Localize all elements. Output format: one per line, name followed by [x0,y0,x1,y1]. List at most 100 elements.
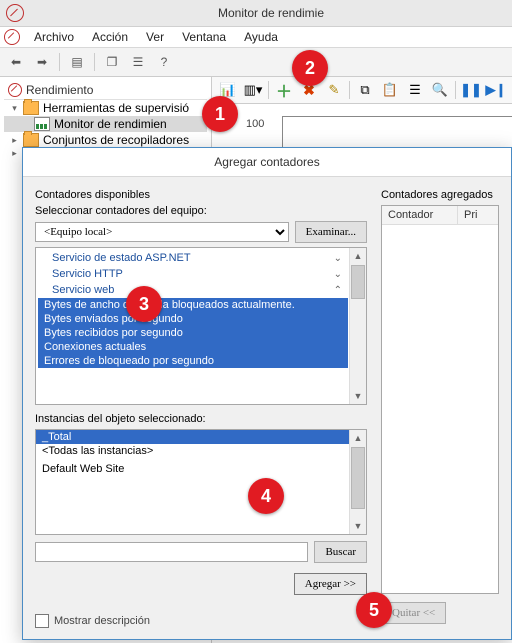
counter-group-http[interactable]: Servicio HTTP ⌄ [38,266,348,282]
step-badge-1: 1 [202,96,238,132]
counter-item[interactable]: Bytes recibidos por segundo [38,326,348,340]
checkbox-icon [35,614,49,628]
chart-ylabel: 100 [246,118,264,130]
scroll-track[interactable] [350,510,366,518]
tree-node-tools[interactable]: ▾ Herramientas de supervisió [4,100,207,116]
select-computer-label: Seleccionar contadores del equipo: [35,205,367,217]
tree-label: Conjuntos de recopiladores [43,133,189,147]
ct-highlight-icon[interactable]: ✎ [322,78,346,102]
add-counters-dialog: Agregar contadores Contadores disponible… [22,147,512,640]
instance-item-total[interactable]: _Total [36,430,350,444]
instance-search-input[interactable] [35,542,308,562]
counters-listbox[interactable]: Servicio de estado ASP.NET ⌄ Servicio HT… [35,247,367,405]
menu-help[interactable]: Ayuda [236,28,286,46]
step-badge-2: 2 [292,50,328,86]
tb-window-icon[interactable]: ❐ [100,50,124,74]
app-icon-small [4,29,20,45]
added-label: Contadores agregados [381,189,499,201]
separator [455,81,456,99]
step-badge-4: 4 [248,478,284,514]
counters-list-inner: Servicio de estado ASP.NET ⌄ Servicio HT… [36,248,350,404]
expander-icon[interactable]: ▾ [10,104,19,113]
ct-viewdrop-icon[interactable]: ▥▾ [241,78,265,102]
tb-back-icon[interactable]: ⬅ [4,50,28,74]
computer-select[interactable]: <Equipo local> [35,222,289,242]
dialog-title: Agregar contadores [23,148,511,177]
scrollbar[interactable]: ▲ ▼ [349,248,366,404]
separator [94,53,95,71]
ct-copy-icon[interactable]: ⧉ [353,78,377,102]
tb-props-icon[interactable]: ☰ [126,50,150,74]
ct-paste-icon[interactable]: 📋 [378,78,402,102]
ct-add-counter-icon[interactable]: ＋ [272,78,296,102]
scroll-thumb[interactable] [351,265,365,299]
step-badge-3: 3 [126,286,162,322]
counter-item[interactable]: Conexiones actuales [38,340,348,354]
menu-window[interactable]: Ventana [174,28,234,46]
scroll-up-icon[interactable]: ▲ [350,248,366,264]
expander-icon[interactable]: ▸ [10,149,19,158]
show-description-checkbox[interactable]: Mostrar descripción [35,614,150,628]
separator [59,53,60,71]
scroll-down-icon[interactable]: ▼ [350,388,366,404]
folder-icon [23,101,39,115]
instances-inner: _Total <Todas las instancias> Default We… [36,430,350,534]
counter-group-aspnet[interactable]: Servicio de estado ASP.NET ⌄ [38,250,348,266]
added-counters-table[interactable]: Contador Pri [381,205,499,594]
group-label: Servicio de estado ASP.NET [52,252,191,264]
tb-help-icon[interactable]: ? [152,50,176,74]
table-header: Contador Pri [382,206,498,225]
chart-icon [34,117,50,131]
scroll-up-icon[interactable]: ▲ [350,430,366,446]
app-icon [6,4,24,22]
menu-view[interactable]: Ver [138,28,172,46]
separator [268,81,269,99]
scroll-thumb[interactable] [351,447,365,509]
tb-fwd-icon[interactable]: ➡ [30,50,54,74]
instance-item-default[interactable]: Default Web Site [36,462,350,476]
tree-label: Herramientas de supervisió [43,101,189,115]
chevron-down-icon: ⌄ [334,269,342,280]
tree-label: Monitor de rendimien [54,117,167,131]
search-button[interactable]: Buscar [314,541,367,563]
menu-bar: Archivo Acción Ver Ventana Ayuda [0,27,512,48]
window-title: Monitor de rendimie [30,6,512,20]
instance-item-redacted[interactable] [36,476,350,506]
tb-showhide-icon[interactable]: ▤ [65,50,89,74]
tree-root-label: Rendimiento [26,83,93,97]
chevron-down-icon: ⌄ [334,253,342,264]
col-pri[interactable]: Pri [458,206,498,224]
counter-item[interactable]: Bytes enviados por segundo [38,312,348,326]
separator [349,81,350,99]
expander-icon[interactable]: ▸ [10,136,19,145]
browse-button[interactable]: Examinar... [295,221,367,243]
instance-item-all[interactable]: <Todas las instancias> [36,444,350,458]
available-counters-column: Contadores disponibles Seleccionar conta… [35,189,367,628]
show-description-label: Mostrar descripción [54,615,150,627]
added-counters-column: Contadores agregados Contador Pri Quitar… [381,189,499,628]
instances-label: Instancias del objeto seleccionado: [35,413,367,425]
counter-item[interactable]: Errores de bloqueado por segundo [38,354,348,368]
scrollbar[interactable]: ▲ ▼ [349,430,366,534]
instances-listbox[interactable]: _Total <Todas las instancias> Default We… [35,429,367,535]
scroll-down-icon[interactable]: ▼ [350,518,366,534]
tree-node-perfmon[interactable]: Monitor de rendimien [4,116,207,132]
counter-item[interactable]: Bytes de ancho de banda bloqueados actua… [38,298,348,312]
menu-file[interactable]: Archivo [26,28,82,46]
available-label: Contadores disponibles [35,189,367,201]
toolbar: ⬅ ➡ ▤ ❐ ☰ ? [0,48,512,77]
ct-props-icon[interactable]: ☰ [403,78,427,102]
col-counter[interactable]: Contador [382,206,458,224]
ct-zoom-icon[interactable]: 🔍 [428,78,452,102]
add-button[interactable]: Agregar >> [294,573,367,595]
counter-group-web[interactable]: Servicio web ⌃ [38,282,348,298]
group-label: Servicio HTTP [52,268,123,280]
tree-root[interactable]: Rendimiento [4,81,207,100]
ct-freeze-icon[interactable]: ❚❚ [459,78,483,102]
tree-node-collectors[interactable]: ▸ Conjuntos de recopiladores [4,132,207,148]
ct-update-icon[interactable]: ▶❙ [484,78,508,102]
perf-icon [8,83,22,97]
scroll-track[interactable] [350,300,366,388]
window-titlebar: Monitor de rendimie [0,0,512,27]
menu-action[interactable]: Acción [84,28,136,46]
